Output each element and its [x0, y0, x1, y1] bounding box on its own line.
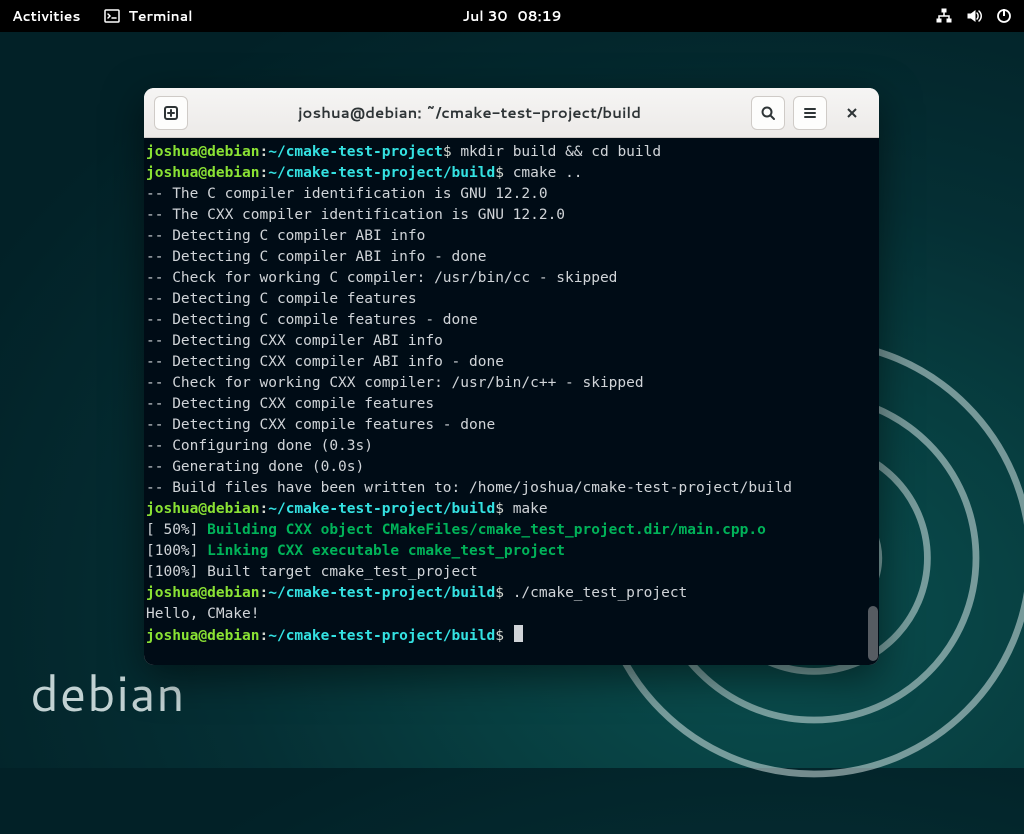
terminal-scrollbar[interactable] [868, 606, 878, 661]
terminal-window: joshua@debian: ~/cmake-test-project/buil… [144, 88, 879, 665]
clock-button[interactable]: Jul 30 08:19 [463, 6, 562, 26]
date-label: Jul 30 [463, 6, 508, 26]
gnome-top-bar: Activities Terminal Jul 30 08:19 [0, 0, 1024, 32]
debian-logo-text: debian [30, 657, 185, 728]
hamburger-menu-button[interactable] [793, 96, 827, 130]
new-tab-button[interactable] [154, 96, 188, 130]
activities-button[interactable]: Activities [12, 6, 80, 26]
time-label: 08:19 [518, 6, 562, 26]
app-menu-label: Terminal [128, 6, 192, 26]
power-icon [996, 8, 1012, 24]
network-icon [936, 8, 952, 24]
volume-icon [966, 8, 982, 24]
window-title: joshua@debian: ~/cmake-test-project/buil… [196, 102, 743, 123]
terminal-icon [104, 8, 120, 24]
close-button[interactable] [835, 96, 869, 130]
system-status-area[interactable] [936, 8, 1012, 24]
app-menu-button[interactable]: Terminal [104, 6, 192, 26]
terminal-content[interactable]: joshua@debian:~/cmake-test-project$ mkdi… [144, 138, 879, 665]
search-button[interactable] [751, 96, 785, 130]
window-titlebar[interactable]: joshua@debian: ~/cmake-test-project/buil… [144, 88, 879, 138]
